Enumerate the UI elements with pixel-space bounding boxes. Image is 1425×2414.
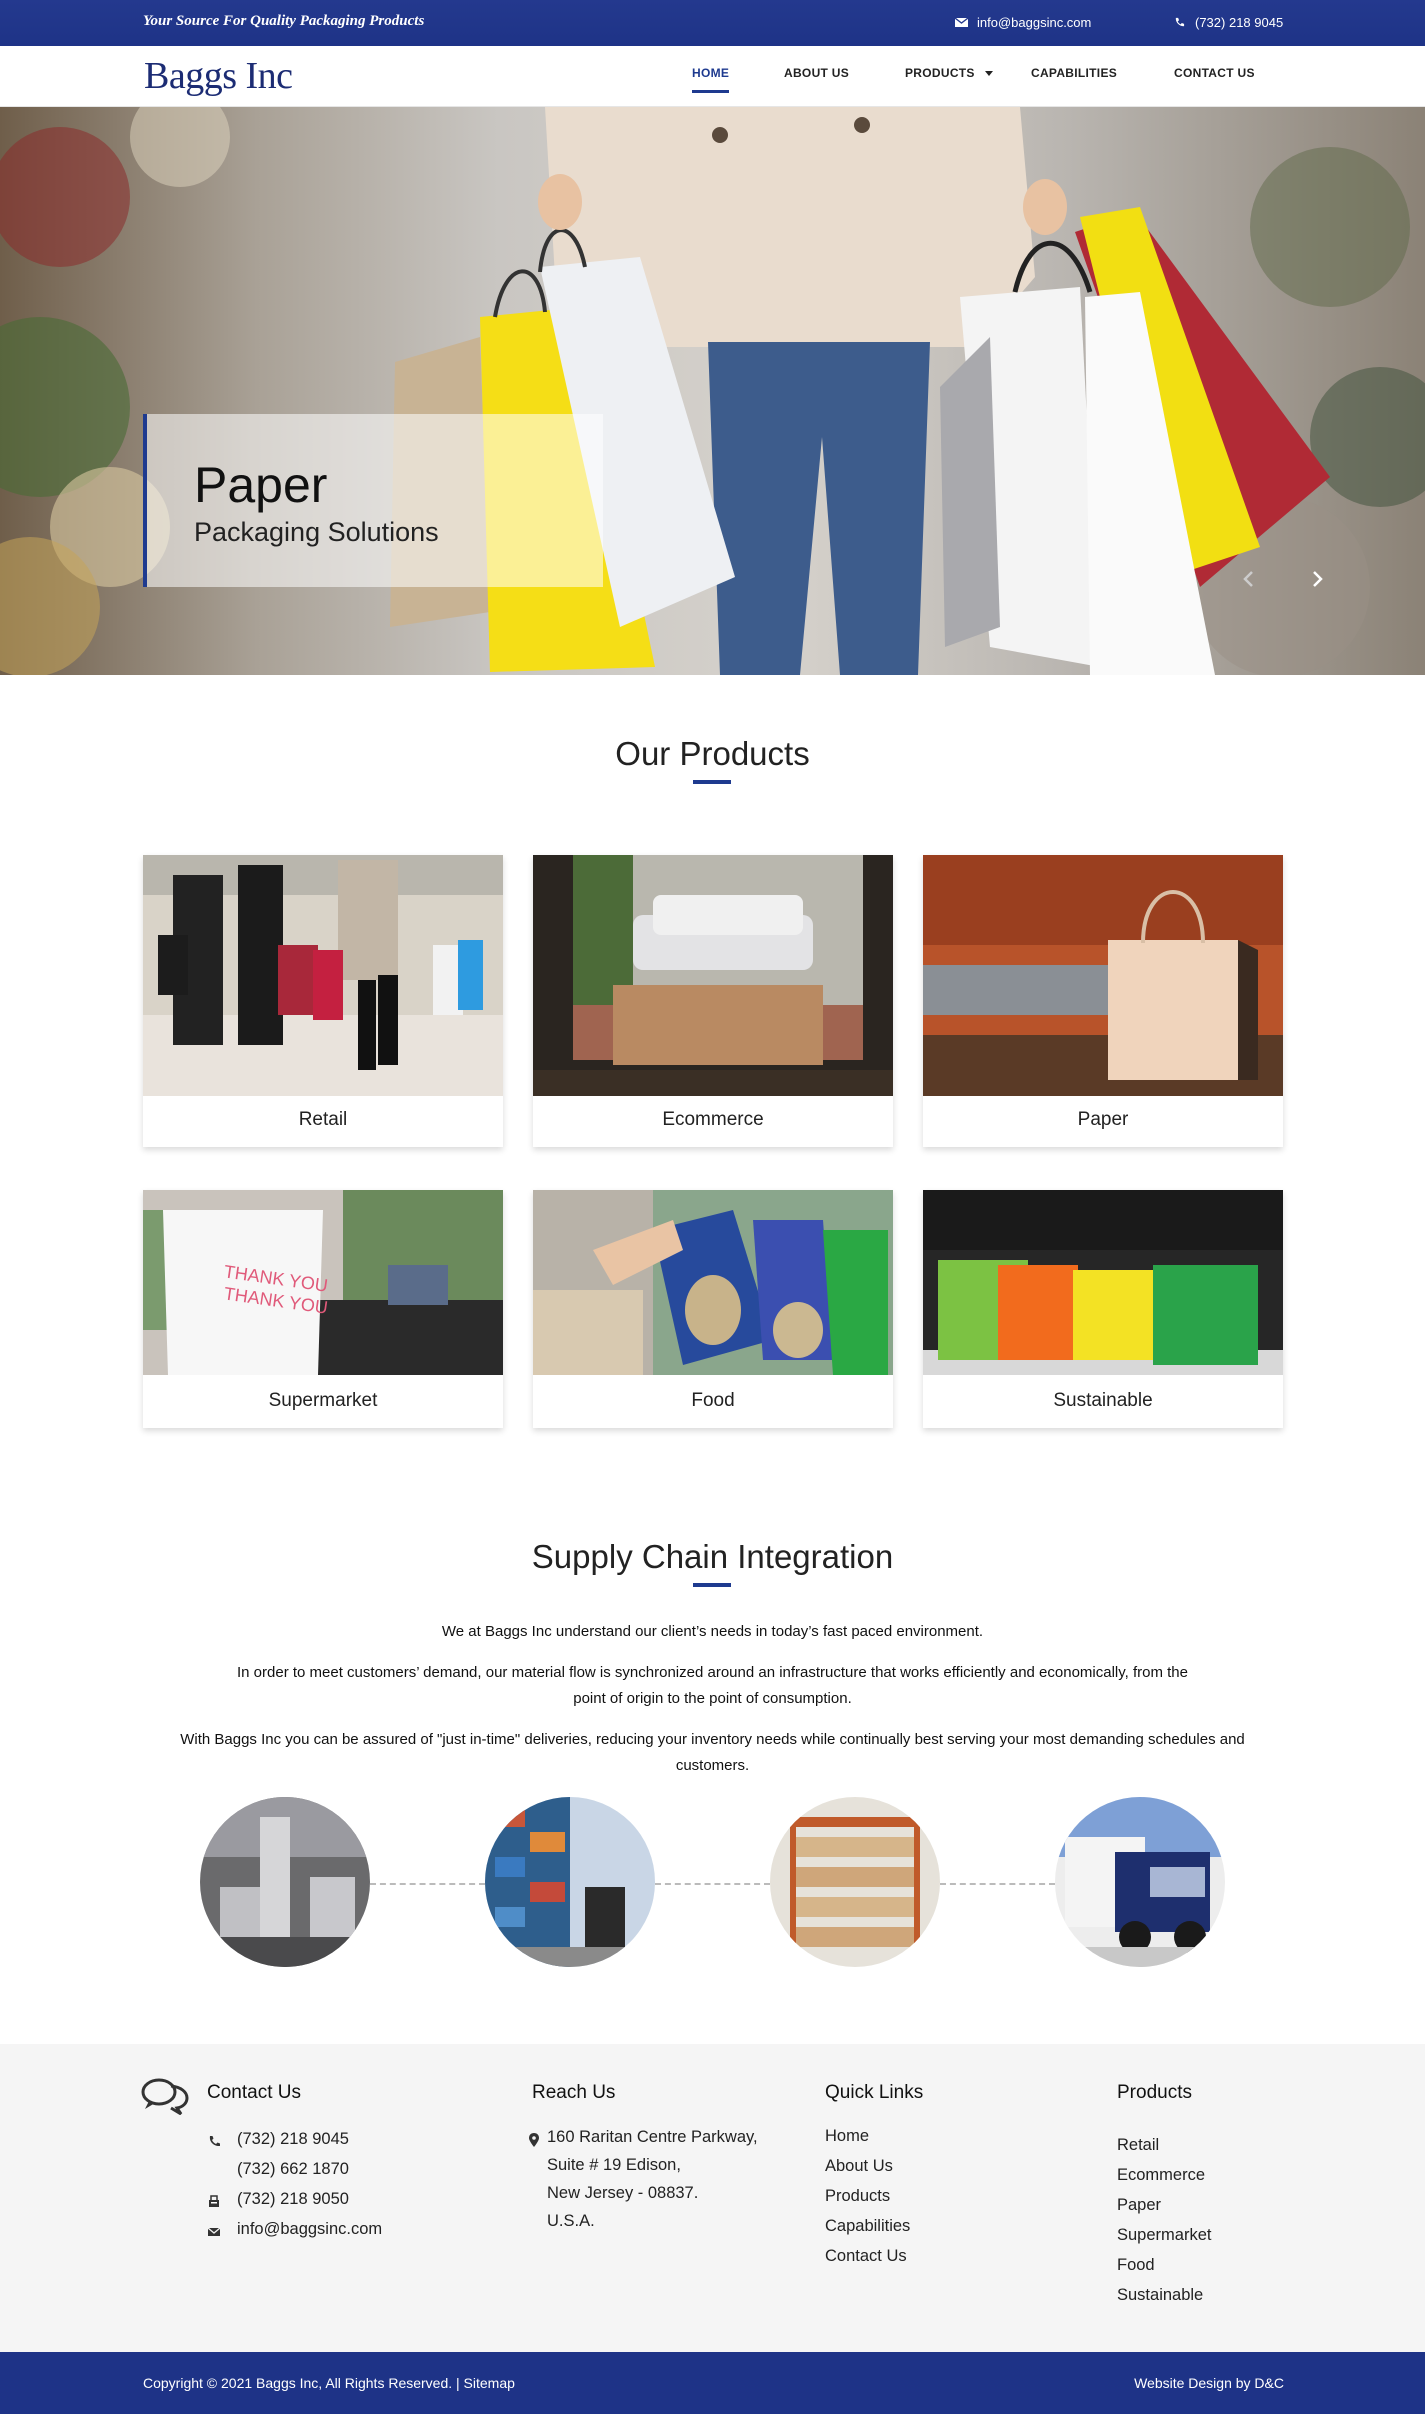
truck-image — [1055, 1797, 1225, 1967]
chat-bubbles-icon — [141, 2078, 189, 2115]
paper-bag-image — [923, 855, 1283, 1096]
footer-address-line-3: New Jersey - 08837. — [547, 2184, 699, 2202]
product-label-ecommerce: Ecommerce — [662, 1109, 764, 1130]
main-nav: HOME ABOUT US PRODUCTS CAPABILITIES CONT… — [0, 66, 1425, 96]
nav-home-label: HOME — [692, 66, 730, 80]
nav-home[interactable]: HOME — [692, 66, 730, 93]
connector-line — [370, 1883, 485, 1885]
footer-product-paper[interactable]: Paper — [1117, 2196, 1161, 2215]
tagline: Your Source For Quality Packaging Produc… — [143, 13, 425, 29]
hero-subtitle: Packaging Solutions — [194, 517, 439, 547]
warehouse-image — [770, 1797, 940, 1967]
footer-product-supermarket[interactable]: Supermarket — [1117, 2226, 1211, 2245]
topbar-email-text: info@baggsinc.com — [977, 15, 1092, 30]
hero-image — [0, 107, 1425, 675]
hero-caption: Paper Packaging Solutions — [143, 414, 603, 587]
nav-products-label: PRODUCTS — [905, 66, 975, 80]
footer-address-line-1: 160 Raritan Centre Parkway, — [547, 2128, 758, 2146]
footer-address-line-4: U.S.A. — [547, 2212, 595, 2230]
retail-image — [143, 855, 503, 1096]
topbar-phone-text: (732) 218 9045 — [1195, 15, 1284, 30]
envelope-icon — [207, 2227, 221, 2236]
nav-contact-label: CONTACT US — [1174, 66, 1255, 80]
sustainable-image — [923, 1190, 1283, 1375]
product-card-supermarket[interactable]: THANK YOU THANK YOU Supermarket — [143, 1190, 503, 1428]
footer-product-ecommerce[interactable]: Ecommerce — [1117, 2166, 1205, 2185]
map-marker-icon — [529, 2133, 539, 2147]
product-card-food[interactable]: Food — [533, 1190, 893, 1428]
copyright-text[interactable]: Copyright © 2021 Baggs Inc, All Rights R… — [143, 2375, 515, 2391]
product-label-food: Food — [691, 1390, 735, 1411]
supply-paragraph-1: We at Baggs Inc understand our client’s … — [441, 1623, 984, 1640]
chevron-right-icon[interactable] — [1308, 570, 1326, 588]
products-heading-underline — [693, 780, 731, 784]
phone-icon — [1175, 17, 1185, 27]
supply-paragraph-3: With Baggs Inc you can be assured of "ju… — [180, 1731, 1245, 1774]
supply-heading-underline — [693, 1583, 731, 1587]
ecommerce-image — [533, 855, 893, 1096]
footer-product-retail[interactable]: Retail — [1117, 2136, 1159, 2155]
nav-capabilities[interactable]: CAPABILITIES — [1031, 66, 1117, 80]
nav-capabilities-label: CAPABILITIES — [1031, 66, 1118, 80]
caret-down-icon — [984, 71, 993, 77]
product-label-retail: Retail — [298, 1109, 348, 1130]
footer-link-capabilities[interactable]: Capabilities — [825, 2217, 910, 2236]
chevron-left-icon[interactable] — [1240, 570, 1258, 588]
footer-link-contact-us[interactable]: Contact Us — [825, 2247, 907, 2266]
product-label-sustainable: Sustainable — [1053, 1390, 1153, 1411]
footer: Contact Us (732) 218 9045 (732) 662 1870… — [0, 2044, 1425, 2352]
supply-paragraph-2: In order to meet customers’ demand, our … — [237, 1664, 1188, 1707]
product-card-ecommerce[interactable]: Ecommerce — [533, 855, 893, 1147]
footer-product-food[interactable]: Food — [1117, 2256, 1155, 2275]
product-label-paper: Paper — [1077, 1109, 1129, 1130]
manufacturing-image — [200, 1797, 370, 1967]
topbar-phone-link[interactable]: (732) 218 9045 — [1173, 15, 1283, 30]
footer-phone-2[interactable]: (732) 662 1870 — [237, 2160, 349, 2179]
nav-about-us[interactable]: ABOUT US — [784, 66, 849, 80]
topbar-email-link[interactable]: info@baggsinc.com — [955, 15, 1091, 30]
phone-icon — [209, 2136, 220, 2147]
footer-link-about-us[interactable]: About Us — [825, 2157, 893, 2176]
supermarket-image: THANK YOU THANK YOU — [143, 1190, 503, 1375]
product-card-retail[interactable]: Retail — [143, 855, 503, 1147]
supply-heading: Supply Chain Integration — [531, 1538, 894, 1575]
footer-link-products[interactable]: Products — [825, 2187, 890, 2206]
nav-about-label: ABOUT US — [784, 66, 850, 80]
footer-products-heading: Products — [1117, 2082, 1192, 2103]
hero-title: Paper — [194, 457, 328, 513]
bottom-bar: Copyright © 2021 Baggs Inc, All Rights R… — [0, 2352, 1425, 2414]
footer-fax: (732) 218 9050 — [237, 2190, 349, 2208]
connector-line — [655, 1883, 770, 1885]
footer-link-home[interactable]: Home — [825, 2127, 869, 2146]
footer-product-sustainable[interactable]: Sustainable — [1117, 2286, 1203, 2305]
products-heading: Our Products — [615, 735, 810, 772]
footer-phone-1[interactable]: (732) 218 9045 — [237, 2130, 349, 2149]
envelope-icon — [955, 17, 968, 27]
nav-products[interactable]: PRODUCTS — [905, 66, 993, 80]
nav-contact-us[interactable]: CONTACT US — [1174, 66, 1255, 80]
hero-slider: Paper Packaging Solutions — [0, 107, 1425, 675]
food-image — [533, 1190, 893, 1375]
product-label-supermarket: Supermarket — [268, 1390, 378, 1411]
top-bar: Your Source For Quality Packaging Produc… — [0, 0, 1425, 46]
design-credit[interactable]: Website Design by D&C — [1134, 2375, 1284, 2391]
connector-line — [940, 1883, 1055, 1885]
shipping-containers-image — [485, 1797, 655, 1967]
footer-address-line-2: Suite # 19 Edison, — [547, 2156, 681, 2174]
main-navbar: Baggs Inc HOME ABOUT US PRODUCTS CAPABIL… — [0, 46, 1425, 107]
footer-email[interactable]: info@baggsinc.com — [237, 2220, 382, 2239]
product-card-sustainable[interactable]: Sustainable — [923, 1190, 1283, 1428]
fax-icon — [209, 2195, 219, 2207]
footer-contact-heading: Contact Us — [207, 2082, 301, 2103]
footer-quick-links-heading: Quick Links — [825, 2082, 924, 2103]
footer-reach-heading: Reach Us — [532, 2082, 616, 2103]
product-card-paper[interactable]: Paper — [923, 855, 1283, 1147]
